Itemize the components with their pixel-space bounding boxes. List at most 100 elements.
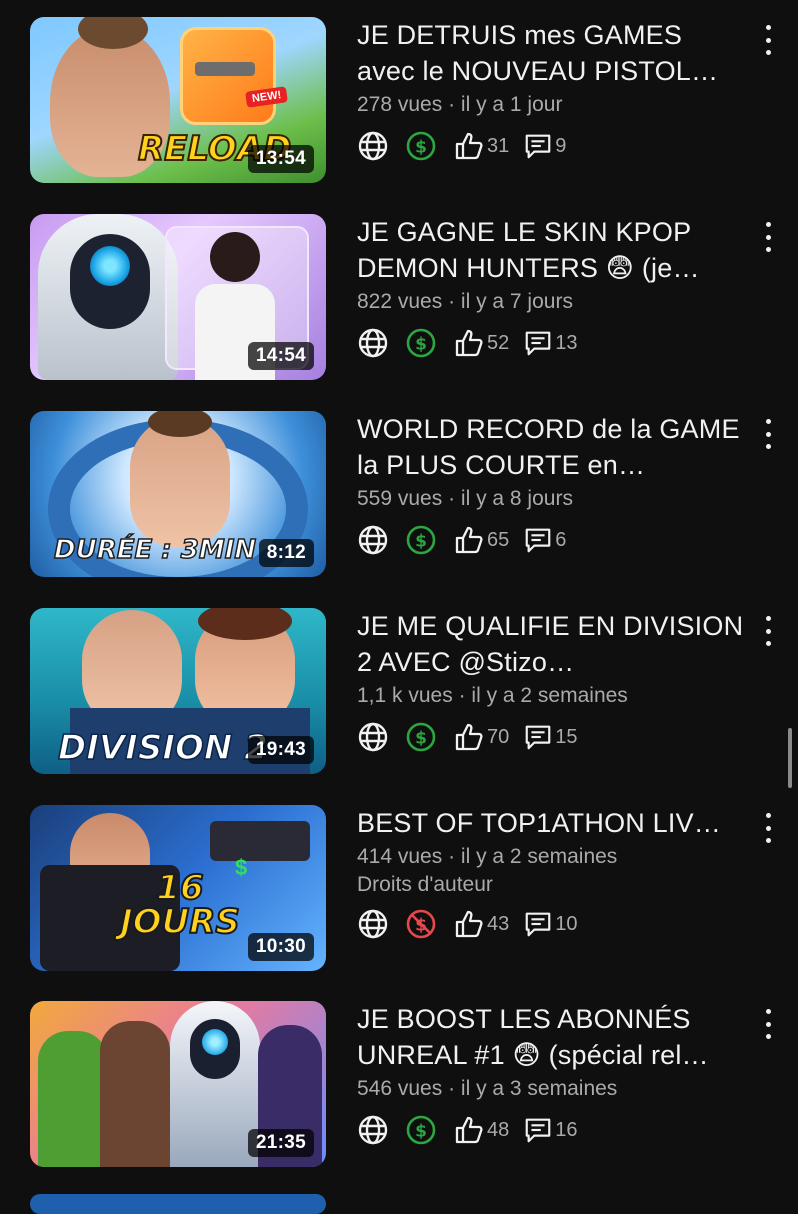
video-thumbnail[interactable]: $ 16 JOURS 10:30 (30, 805, 326, 971)
video-info: JE BOOST LES ABONNÉS UNREAL #1 😨 (spécia… (357, 1001, 747, 1147)
video-meta: 559 vues · il y a 8 jours (357, 485, 747, 513)
thumbs-up-icon[interactable] (453, 130, 485, 162)
video-info: JE GAGNE LE SKIN KPOP DEMON HUNTERS 😨 (j… (357, 214, 747, 360)
like-count: 70 (487, 725, 510, 748)
thumbs-up-icon[interactable] (453, 524, 485, 556)
globe-icon[interactable] (357, 908, 389, 940)
like-count: 65 (487, 528, 510, 551)
more-vertical-icon[interactable] (756, 811, 780, 845)
thumbs-up-icon[interactable] (453, 908, 485, 940)
dollar-circle-icon[interactable]: $ (405, 1114, 437, 1146)
globe-icon[interactable] (357, 1114, 389, 1146)
view-count: 278 vues (357, 93, 443, 116)
dollar-circle-icon[interactable]: $ (405, 524, 437, 556)
meta-separator: · (442, 290, 461, 313)
video-meta: 278 vues · il y a 1 jour (357, 91, 747, 119)
video-duration: 13:54 (247, 145, 314, 173)
dollar-circle-icon[interactable]: $ (405, 327, 437, 359)
globe-icon[interactable] (357, 524, 389, 556)
upload-age: il y a 8 jours (460, 487, 573, 510)
video-thumbnail[interactable]: 14:54 (30, 214, 326, 380)
video-item[interactable]: 21:35 JE BOOST LES ABONNÉS UNREAL #1 😨 (… (0, 1001, 798, 1171)
video-item[interactable]: DIVISION 2 19:43 JE ME QUALIFIE EN DIVIS… (0, 608, 798, 778)
video-stats: $ 65 6 (357, 523, 747, 557)
comment-icon[interactable] (523, 131, 553, 161)
video-duration: 10:30 (247, 933, 314, 961)
next-video-thumbnail-peek[interactable] (30, 1194, 326, 1214)
upload-age: il y a 2 semaines (460, 845, 618, 868)
more-vertical-icon[interactable] (756, 614, 780, 648)
view-count: 559 vues (357, 487, 443, 510)
comment-count: 16 (555, 1118, 578, 1141)
comment-icon[interactable] (523, 722, 553, 752)
thumbs-up-icon[interactable] (453, 721, 485, 753)
more-vertical-icon[interactable] (756, 1007, 780, 1041)
video-title[interactable]: JE GAGNE LE SKIN KPOP DEMON HUNTERS 😨 (j… (357, 214, 747, 286)
video-info: JE DETRUIS mes GAMES avec le NOUVEAU PIS… (357, 17, 747, 163)
comment-icon[interactable] (523, 525, 553, 555)
video-item[interactable]: DURÉE : 3MIN 8:12 WORLD RECORD de la GAM… (0, 411, 798, 581)
globe-icon[interactable] (357, 721, 389, 753)
video-info: BEST OF TOP1ATHON LIV… 414 vues · il y a… (357, 805, 747, 941)
more-vertical-icon[interactable] (756, 23, 780, 57)
dollar-circle-icon[interactable]: $ (405, 721, 437, 753)
video-item[interactable]: $ 16 JOURS 10:30 BEST OF TOP1ATHON LIV… … (0, 805, 798, 975)
comment-icon[interactable] (523, 909, 553, 939)
comment-count: 13 (555, 331, 578, 354)
meta-separator: · (442, 93, 461, 116)
like-count: 43 (487, 912, 510, 935)
video-duration: 21:35 (247, 1129, 314, 1157)
video-duration: 8:12 (258, 539, 314, 567)
video-meta: 414 vues · il y a 2 semaines (357, 843, 747, 871)
view-count: 546 vues (357, 1077, 443, 1100)
meta-separator: · (442, 1077, 461, 1100)
video-item[interactable]: 14:54 JE GAGNE LE SKIN KPOP DEMON HUNTER… (0, 214, 798, 384)
video-title[interactable]: JE BOOST LES ABONNÉS UNREAL #1 😨 (spécia… (357, 1001, 747, 1073)
more-vertical-icon[interactable] (756, 417, 780, 451)
video-title[interactable]: WORLD RECORD de la GAME la PLUS COURTE e… (357, 411, 747, 483)
dollar-circle-icon[interactable]: $ (405, 130, 437, 162)
globe-icon[interactable] (357, 327, 389, 359)
svg-text:$: $ (415, 729, 427, 749)
video-meta: 1,1 k vues · il y a 2 semaines (357, 682, 747, 710)
meta-separator: · (452, 684, 472, 707)
globe-icon[interactable] (357, 130, 389, 162)
video-item[interactable]: NEW! RELOAD 13:54 JE DETRUIS mes GAMES a… (0, 17, 798, 187)
video-thumbnail[interactable]: 21:35 (30, 1001, 326, 1167)
view-count: 1,1 k vues (357, 684, 453, 707)
svg-text:$: $ (415, 532, 427, 552)
video-title[interactable]: BEST OF TOP1ATHON LIV… (357, 805, 747, 841)
dollar-off-icon[interactable]: $ (405, 908, 437, 940)
view-count: 414 vues (357, 845, 443, 868)
video-stats: $ 43 10 (357, 907, 747, 941)
video-meta: 822 vues · il y a 7 jours (357, 288, 747, 316)
video-info: JE ME QUALIFIE EN DIVISION 2 AVEC @Stizo… (357, 608, 747, 754)
copyright-notice[interactable]: Droits d'auteur (357, 871, 747, 899)
video-duration: 14:54 (247, 342, 314, 370)
video-title[interactable]: JE ME QUALIFIE EN DIVISION 2 AVEC @Stizo… (357, 608, 747, 680)
video-thumbnail[interactable]: NEW! RELOAD 13:54 (30, 17, 326, 183)
like-count: 48 (487, 1118, 510, 1141)
video-stats: $ 52 13 (357, 326, 747, 360)
upload-age: il y a 3 semaines (460, 1077, 618, 1100)
svg-text:$: $ (415, 138, 427, 158)
thumb-caption: 16 JOURS (119, 868, 241, 942)
meta-separator: · (442, 845, 461, 868)
scrollbar[interactable] (788, 728, 792, 788)
thumb-caption: DURÉE : 3MIN (53, 534, 257, 566)
comment-icon[interactable] (523, 1115, 553, 1145)
video-thumbnail[interactable]: DURÉE : 3MIN 8:12 (30, 411, 326, 577)
more-vertical-icon[interactable] (756, 220, 780, 254)
video-thumbnail[interactable]: DIVISION 2 19:43 (30, 608, 326, 774)
video-title[interactable]: JE DETRUIS mes GAMES avec le NOUVEAU PIS… (357, 17, 747, 89)
comment-count: 6 (555, 528, 567, 551)
thumbs-up-icon[interactable] (453, 327, 485, 359)
thumbs-up-icon[interactable] (453, 1114, 485, 1146)
like-count: 31 (487, 134, 510, 157)
comment-icon[interactable] (523, 328, 553, 358)
upload-age: il y a 7 jours (460, 290, 573, 313)
thumb-caption: DIVISION 2 (57, 727, 268, 769)
meta-separator: · (442, 487, 461, 510)
view-count: 822 vues (357, 290, 443, 313)
comment-count: 15 (555, 725, 578, 748)
